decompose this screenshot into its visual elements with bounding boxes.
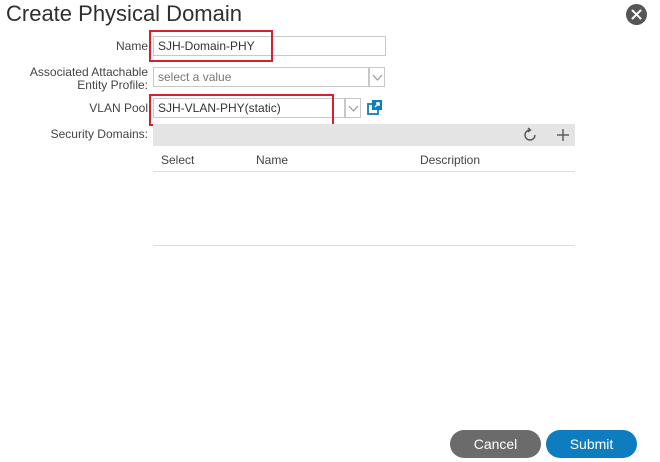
security-domains-toolbar [153, 124, 575, 146]
table-header-divider [153, 171, 575, 172]
chevron-down-icon [372, 74, 383, 81]
close-button[interactable] [626, 4, 647, 25]
aaep-select[interactable]: select a value [153, 67, 369, 87]
security-domains-label: Security Domains: [50, 127, 148, 141]
vlan-pool-highlight-box [149, 94, 334, 126]
vlan-pool-label: VLAN Pool [89, 101, 148, 115]
column-header-select[interactable]: Select [161, 153, 194, 167]
aaep-label: Associated Attachable Entity Profile: [30, 66, 148, 92]
chevron-down-icon [348, 105, 359, 112]
column-header-description[interactable]: Description [420, 153, 480, 167]
external-link-icon[interactable] [367, 99, 383, 115]
name-label: Name [115, 39, 148, 53]
aaep-label-line1: Associated Attachable [29, 65, 148, 79]
cancel-button[interactable]: Cancel [450, 430, 541, 458]
refresh-icon[interactable] [522, 127, 538, 143]
plus-icon[interactable] [555, 127, 571, 143]
aaep-label-line2: Entity Profile: [77, 78, 148, 92]
name-highlight-box [149, 30, 273, 62]
dialog-title: Create Physical Domain [6, 1, 242, 26]
submit-button[interactable]: Submit [546, 430, 637, 458]
aaep-dropdown-button[interactable] [369, 67, 385, 87]
table-bottom-divider [153, 245, 575, 246]
close-icon [631, 9, 642, 20]
column-header-name[interactable]: Name [256, 153, 288, 167]
vlan-pool-dropdown-button[interactable] [345, 98, 361, 118]
